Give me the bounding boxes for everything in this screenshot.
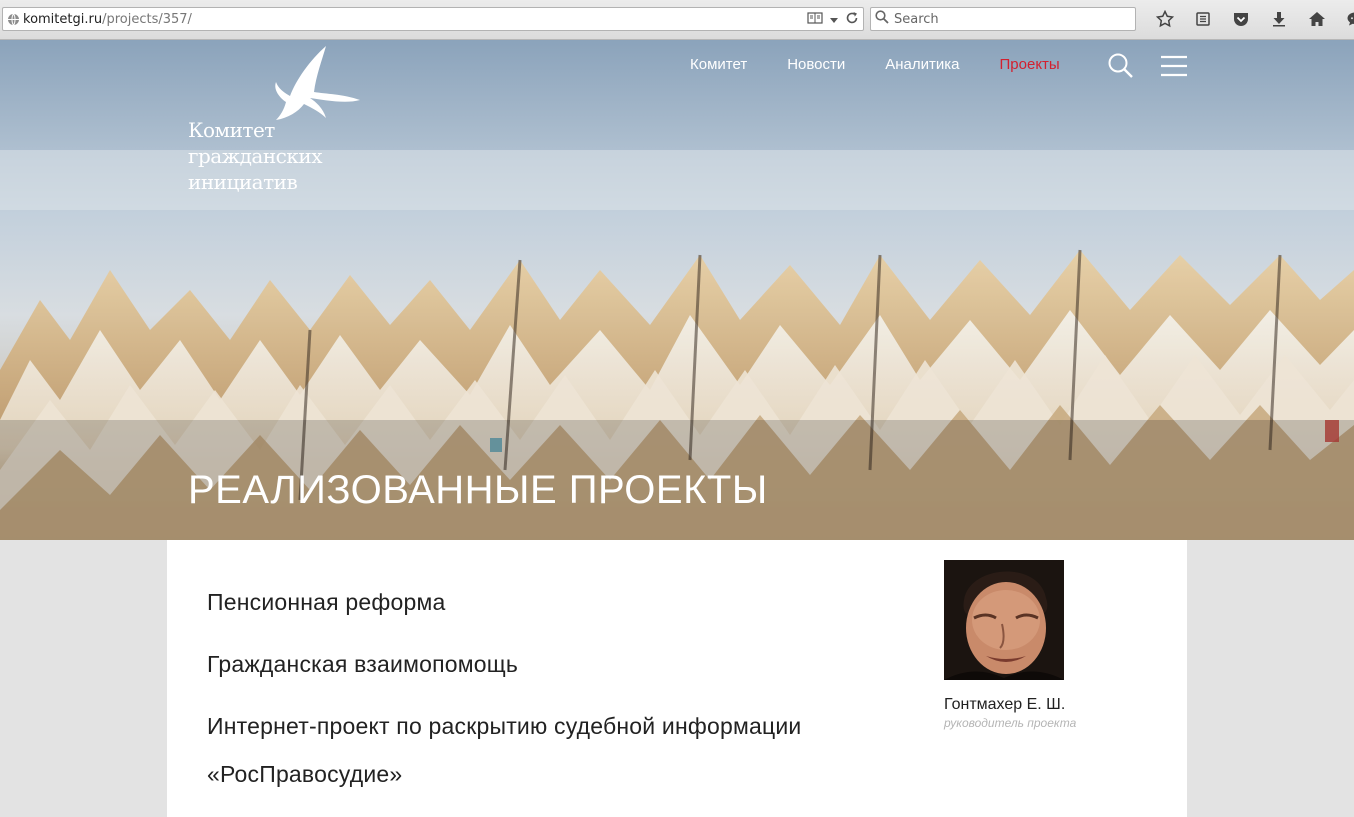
project-link-civil-mutual-aid[interactable]: Гражданская взаимопомощь — [207, 640, 907, 688]
site-search-icon[interactable] — [1107, 52, 1135, 80]
nav-item-analytics[interactable]: Аналитика — [885, 56, 959, 73]
project-lead-card: Гонтмахер Е. Ш. руководитель проекта — [944, 560, 1144, 730]
logo-line-2: гражданских — [188, 144, 322, 168]
avatar[interactable] — [944, 560, 1064, 680]
chat-icon[interactable] — [1336, 8, 1354, 30]
browser-toolbar: komitetgi.ru/projects/357/ — [0, 0, 1354, 40]
person-role: руководитель проекта — [944, 716, 1077, 730]
hamburger-menu-icon[interactable] — [1160, 54, 1188, 78]
project-link-pension-reform[interactable]: Пенсионная реформа — [207, 578, 907, 626]
person-name[interactable]: Гонтмахер Е. Ш. — [944, 696, 1144, 714]
dropdown-arrow-icon[interactable] — [829, 12, 839, 30]
page-title: РЕАЛИЗОВАННЫЕ ПРОЕКТЫ — [188, 468, 768, 512]
globe-icon — [3, 8, 23, 30]
logo-line-3: инициатив — [188, 170, 298, 194]
reader-view-icon[interactable] — [807, 11, 823, 30]
url-path: /projects/357/ — [102, 11, 192, 27]
download-icon[interactable] — [1260, 8, 1298, 30]
url-domain: komitetgi.ru — [23, 11, 103, 27]
search-icon — [875, 9, 889, 29]
project-link-rospravosudie[interactable]: Интернет-проект по раскрытию судебной ин… — [207, 702, 907, 798]
project-list: Пенсионная реформа Гражданская взаимопом… — [207, 578, 907, 812]
url-text: komitetgi.ru/projects/357/ — [23, 12, 192, 27]
search-input[interactable] — [894, 11, 1124, 27]
home-icon[interactable] — [1298, 8, 1336, 30]
logo-line-1: Комитет — [188, 118, 275, 142]
address-bar[interactable]: komitetgi.ru/projects/357/ — [2, 7, 864, 31]
hero-banner: Комитет гражданских инициатив Комитет Но… — [0, 40, 1354, 540]
main-content: Пенсионная реформа Гражданская взаимопом… — [167, 540, 1187, 817]
site-logo-text[interactable]: Комитет гражданских инициатив — [188, 117, 368, 195]
nav-item-news[interactable]: Новости — [787, 56, 845, 73]
bookmark-star-icon[interactable] — [1146, 8, 1184, 30]
main-navigation: Комитет Новости Аналитика Проекты — [690, 53, 1187, 78]
nav-item-committee[interactable]: Комитет — [690, 56, 747, 73]
nav-item-projects[interactable]: Проекты — [1000, 56, 1060, 73]
browser-search-box[interactable] — [870, 7, 1136, 31]
reading-list-icon[interactable] — [1184, 8, 1222, 30]
reload-icon[interactable] — [845, 11, 859, 30]
pocket-icon[interactable] — [1222, 8, 1260, 30]
